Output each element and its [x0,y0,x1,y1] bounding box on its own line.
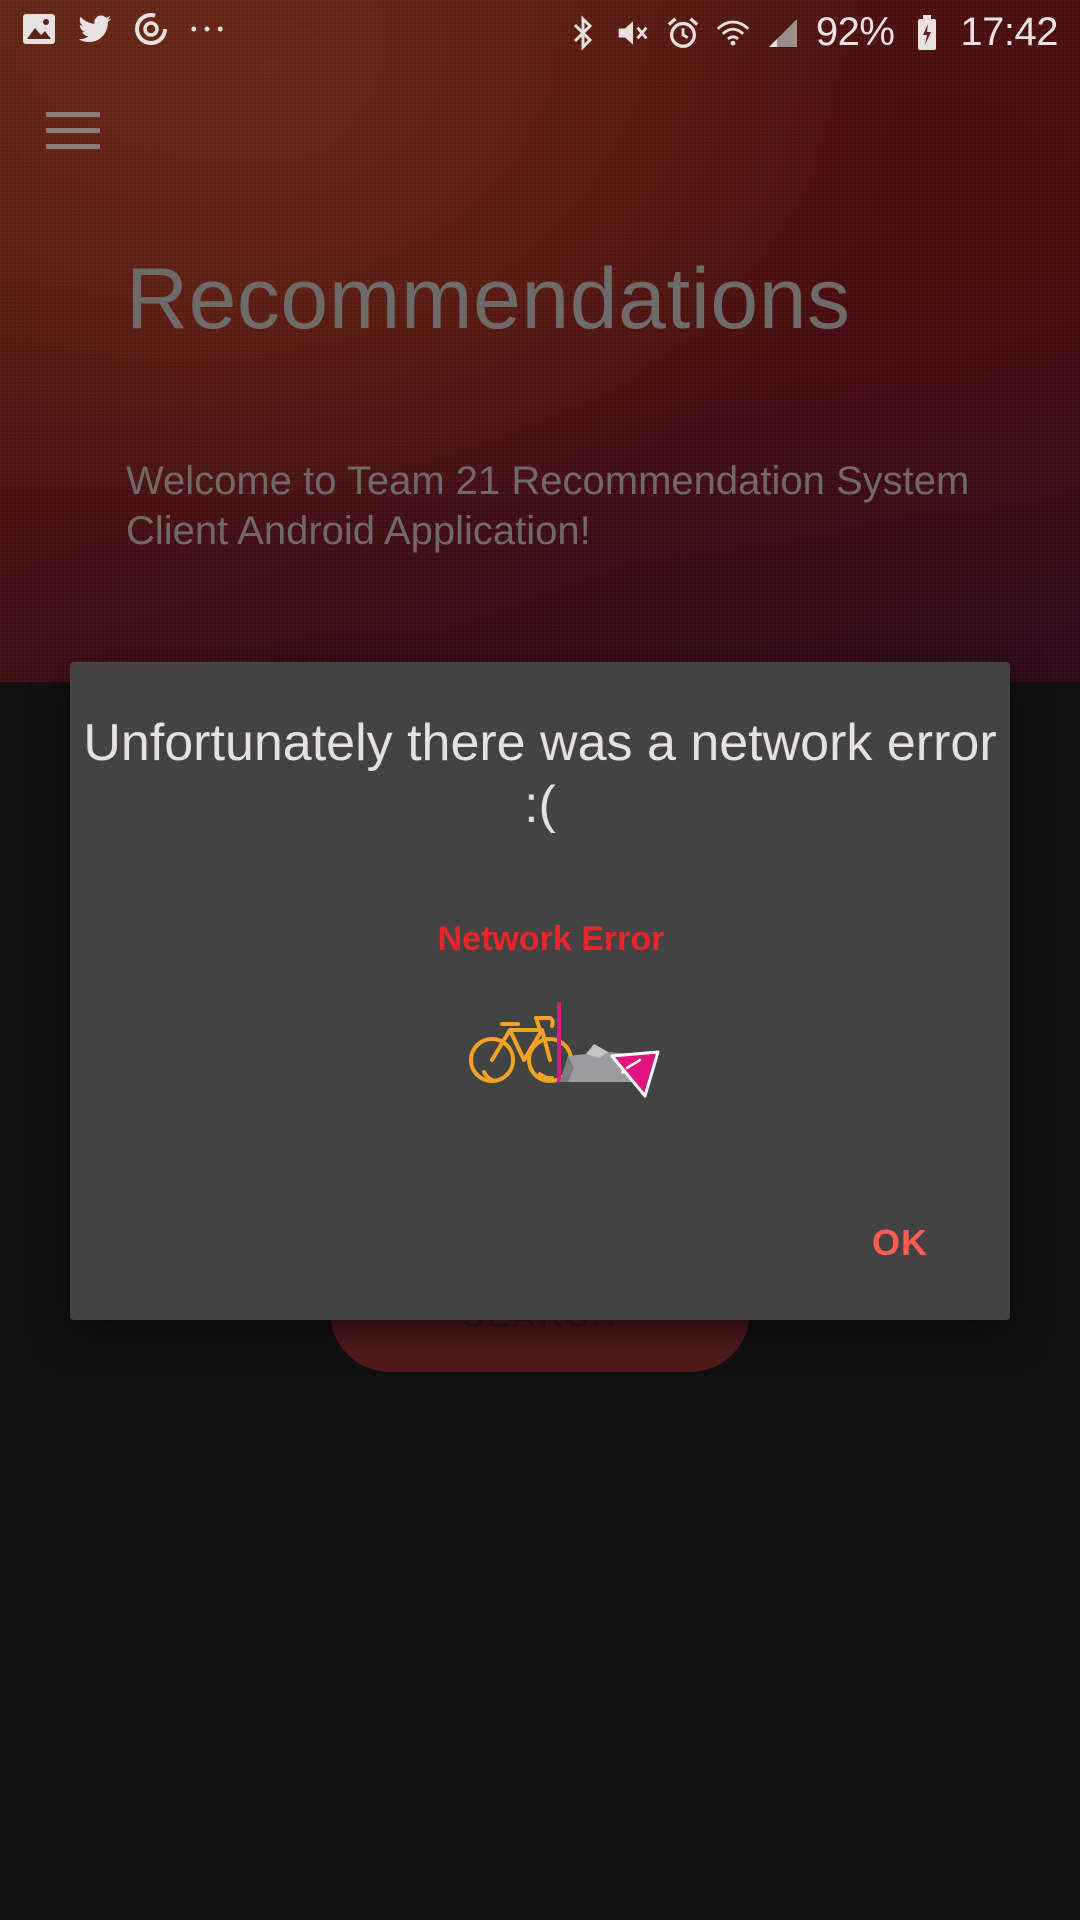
battery-percent: 92% [815,10,895,54]
bluetooth-icon [566,14,600,51]
hamburger-menu-icon[interactable] [46,112,100,160]
ok-button[interactable]: OK [872,1222,928,1264]
sync-icon [134,12,168,46]
page-title: Recommendations [126,251,851,347]
wifi-icon [716,16,750,50]
network-error-label: Network Error [437,920,665,958]
clock: 17:42 [960,10,1058,54]
alarm-icon [666,16,700,50]
bicycle-crash-icon [462,982,682,1112]
image-icon [22,12,56,46]
status-bar: 92% 17:42 [0,0,1080,64]
mute-icon [616,16,650,50]
dialog-title: Unfortunately there was a network error … [83,714,997,834]
signal-icon [766,16,800,50]
more-dots-icon [190,12,224,46]
welcome-text: Welcome to Team 21 Recommendation System… [126,459,970,553]
battery-icon [910,14,944,50]
screen: 92% 17:42 Recommendations Welcome to Tea… [0,0,1080,1920]
network-error-dialog: Unfortunately there was a network error … [70,662,1010,1320]
twitter-icon [78,12,112,46]
